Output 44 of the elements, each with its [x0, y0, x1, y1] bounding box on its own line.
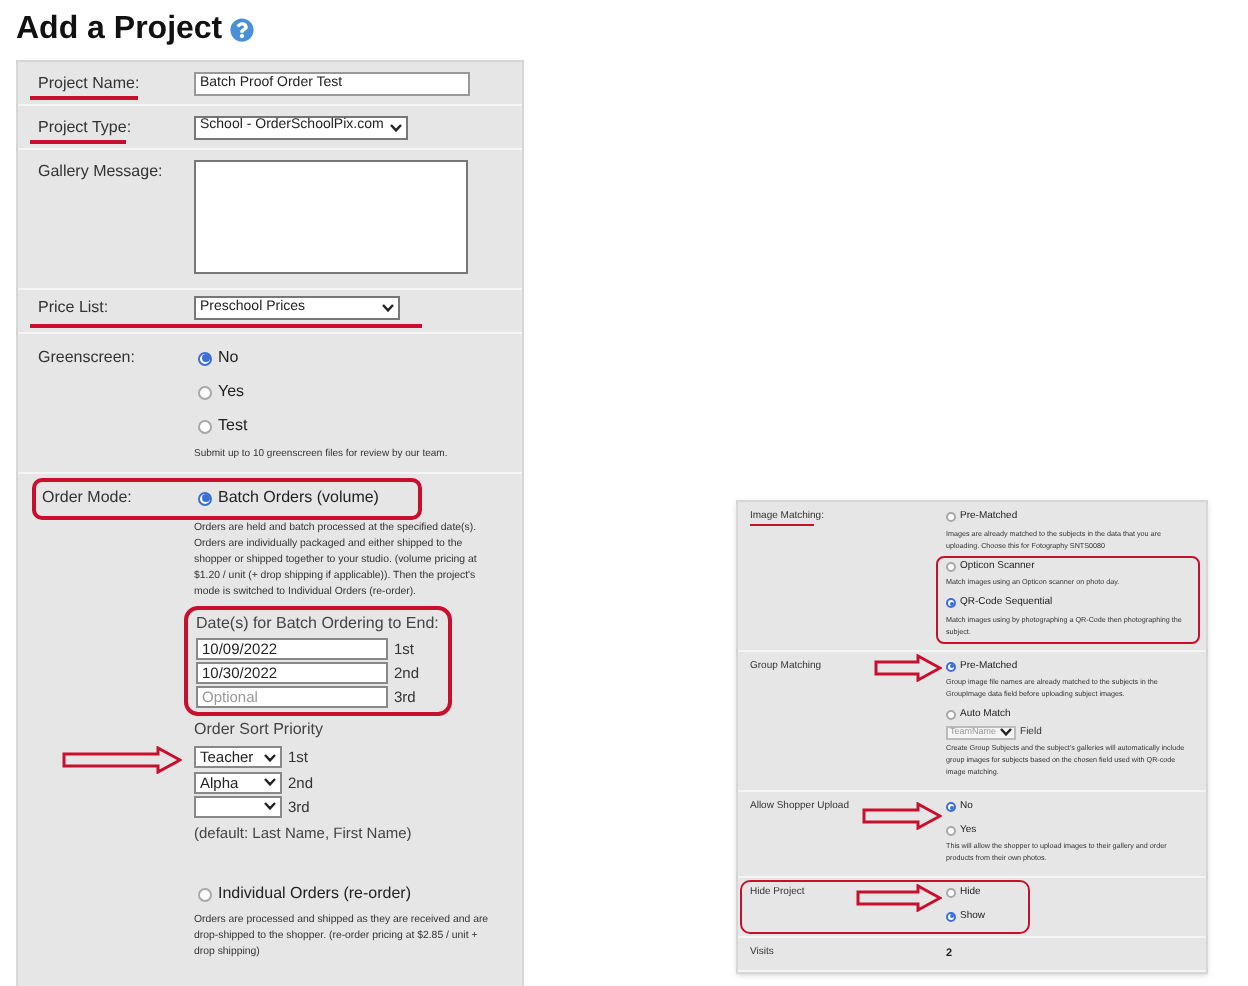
option-label: Yes — [218, 380, 245, 404]
option-label: Individual Orders (re-order) — [218, 882, 411, 907]
radio-button[interactable] — [946, 911, 956, 922]
caret-icon — [264, 753, 276, 762]
sort-select[interactable] — [194, 795, 282, 818]
underline-annotation — [750, 524, 814, 526]
caret-icon — [1000, 728, 1013, 737]
radio-button[interactable] — [946, 825, 956, 836]
caret-icon — [264, 802, 276, 811]
page-title: Add a Project — [16, 10, 223, 50]
field-label: Project Type: — [38, 115, 132, 139]
field-label: Greenscreen: — [38, 346, 135, 370]
underline-annotation — [30, 140, 126, 144]
gallery-message-field[interactable] — [194, 160, 468, 274]
option-label: Test — [218, 414, 248, 438]
field-label: Order Mode: — [42, 486, 132, 510]
caret-icon — [382, 304, 394, 312]
radio-button[interactable] — [946, 561, 956, 572]
caret-icon — [264, 778, 276, 787]
radio-button[interactable] — [946, 598, 956, 609]
radio-button[interactable] — [946, 512, 956, 523]
help-icon[interactable] — [230, 18, 255, 42]
field-label: Price List: — [38, 296, 109, 320]
radio-button[interactable] — [198, 351, 212, 365]
section-heading: Order Sort Priority — [194, 718, 325, 743]
radio-button[interactable] — [946, 888, 956, 899]
arrow-annotation — [862, 802, 942, 830]
field-label: Gallery Message: — [38, 160, 163, 184]
radio-button[interactable] — [946, 710, 956, 721]
option-label: No — [218, 346, 239, 370]
field-label: Project Name: — [38, 71, 140, 95]
radio-button[interactable] — [198, 385, 212, 399]
radio-button[interactable] — [946, 661, 956, 672]
radio-button[interactable] — [198, 491, 212, 505]
arrow-annotation — [874, 653, 942, 681]
radio-button[interactable] — [946, 802, 956, 813]
radio-button[interactable] — [198, 887, 212, 902]
option-label: Batch Orders (volume) — [218, 486, 379, 510]
caret-icon — [389, 123, 402, 131]
section-heading: Date(s) for Batch Ordering to End: — [196, 611, 439, 635]
radio-button[interactable] — [198, 419, 212, 433]
arrow-annotation — [62, 746, 182, 775]
underline-annotation — [30, 96, 138, 100]
arrow-annotation — [856, 884, 942, 912]
